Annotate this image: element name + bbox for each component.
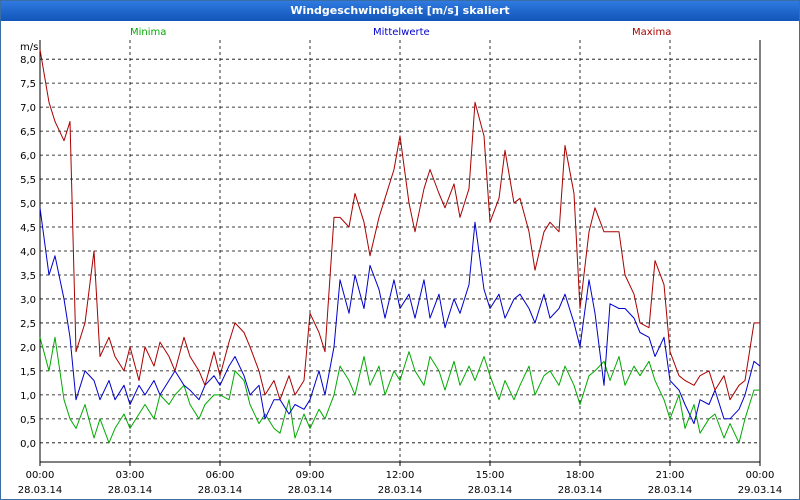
y-tick-label: 0,5 [20,415,36,426]
x-tick-time: 06:00 [206,470,235,481]
x-tick-date: 28.03.14 [468,485,513,496]
x-tick-date: 28.03.14 [198,485,243,496]
legend-mittelwerte: Mittelwerte [373,27,430,38]
wind-speed-chart: m/s 0,0 0,5 1,0 1,5 2,0 2,5 3,0 3,5 4,0 4,5 5,0 5,5… [18,27,783,496]
y-tick-label: 2,0 [20,343,36,354]
legend-minima: Minima [130,27,166,38]
y-tick-label: 8,0 [20,55,36,66]
y-tick-label: 4,5 [20,223,36,234]
x-tick-time: 15:00 [476,470,505,481]
x-tick-date: 28.03.14 [108,485,153,496]
x-tick-date: 28.03.14 [288,485,333,496]
x-tick-time: 00:00 [746,470,775,481]
x-tick-date: 28.03.14 [558,485,603,496]
x-tick-time: 21:00 [656,470,685,481]
legend-maxima: Maxima [632,27,671,38]
y-tick-label: 6,5 [20,127,36,138]
chart-grid [40,40,760,462]
x-tick-date: 29.03.14 [738,485,783,496]
x-tick-time: 00:00 [26,470,55,481]
x-tick-labels: 00:00 28.03.14 03:00 28.03.14 06:00 28.03.14 0… [18,462,783,496]
x-tick-time: 09:00 [296,470,325,481]
y-tick-label: 2,5 [20,319,36,330]
y-tick-label: 0,0 [20,439,36,450]
y-tick-label: 1,0 [20,391,36,402]
y-tick-label: 3,0 [20,295,36,306]
y-tick-label: 7,5 [20,79,36,90]
y-tick-label: 7,0 [20,103,36,114]
x-tick-date: 28.03.14 [648,485,693,496]
y-tick-label: 4,0 [20,247,36,258]
y-tick-label: 5,5 [20,175,36,186]
x-tick-time: 12:00 [386,470,415,481]
x-tick-date: 28.03.14 [378,485,423,496]
y-axis-label: m/s [20,42,38,53]
x-tick-date: 28.03.14 [18,485,63,496]
y-tick-label: 6,0 [20,151,36,162]
x-tick-time: 03:00 [116,470,145,481]
y-tick-label: 3,5 [20,271,36,282]
x-tick-time: 18:00 [566,470,595,481]
y-tick-label: 5,0 [20,199,36,210]
y-tick-labels: 0,0 0,5 1,0 1,5 2,0 2,5 3,0 3,5 4,0 4,5 5,0 5,5 6,0 6… [20,55,36,450]
y-tick-label: 1,5 [20,367,36,378]
